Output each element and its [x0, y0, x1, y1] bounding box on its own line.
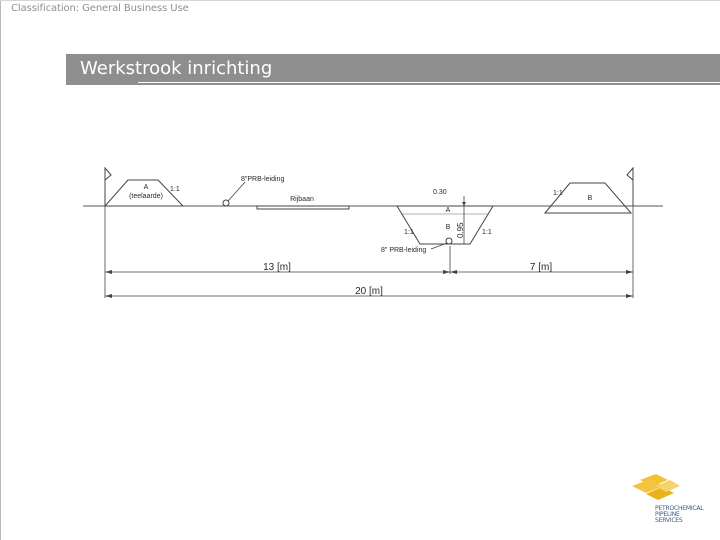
page-title: Werkstrook inrichting	[80, 58, 273, 79]
right-mound-slope: 1:1	[553, 190, 563, 197]
existing-pipe-label: 8"PRB-leiding	[241, 176, 284, 183]
left-mound-slope: 1:1	[170, 186, 180, 193]
new-pipe-label: 8" PRB-leiding	[381, 247, 426, 254]
right-boundary-flag	[626, 166, 634, 182]
left-boundary-flag	[104, 166, 112, 182]
dim-left-label: 13 [m]	[263, 262, 291, 273]
title-underline	[138, 82, 720, 83]
logo-wordmark: PETROCHEMICAL PIPELINE SERVICES	[655, 506, 704, 524]
dim-right-arrow-start	[450, 270, 457, 274]
trench-slope-right: 1:1	[482, 229, 492, 236]
left-mound-sublabel: (teelaarde)	[129, 193, 163, 200]
trench-dim-top: 0.30	[433, 189, 447, 196]
left-mound-label: A	[144, 184, 149, 191]
trench-depth-arrow	[462, 202, 466, 206]
dim-left-arrow-end	[443, 270, 450, 274]
slide-border-top	[0, 0, 720, 1]
title-bar: Werkstrook inrichting	[66, 54, 720, 85]
trench-layer-b: B	[446, 224, 451, 231]
trench-layer-a: A	[446, 207, 451, 214]
dim-total-arrow-end	[626, 294, 633, 298]
existing-pipe-leader	[227, 181, 246, 202]
classification-label: Classification: General Business Use	[11, 3, 189, 14]
slide-border-left	[0, 0, 1, 540]
road-label: Rijbaan	[290, 196, 314, 203]
dim-total-label: 20 [m]	[355, 286, 383, 297]
trench-slope-left: 1:1	[404, 229, 414, 236]
dim-right-arrow-end	[626, 270, 633, 274]
road-surface	[256, 205, 350, 210]
right-mound-label: B	[588, 195, 593, 202]
dim-right-label: 7 [m]	[530, 262, 552, 273]
trench-dim-depth: 0.95	[456, 222, 465, 238]
logo-line-3: SERVICES	[655, 517, 683, 524]
dim-total-arrow-start	[105, 294, 112, 298]
cross-section-drawing: A (teelaarde) 1:1 8"PRB-leiding Rijbaan …	[83, 166, 663, 298]
dim-left-arrow-start	[105, 270, 112, 274]
